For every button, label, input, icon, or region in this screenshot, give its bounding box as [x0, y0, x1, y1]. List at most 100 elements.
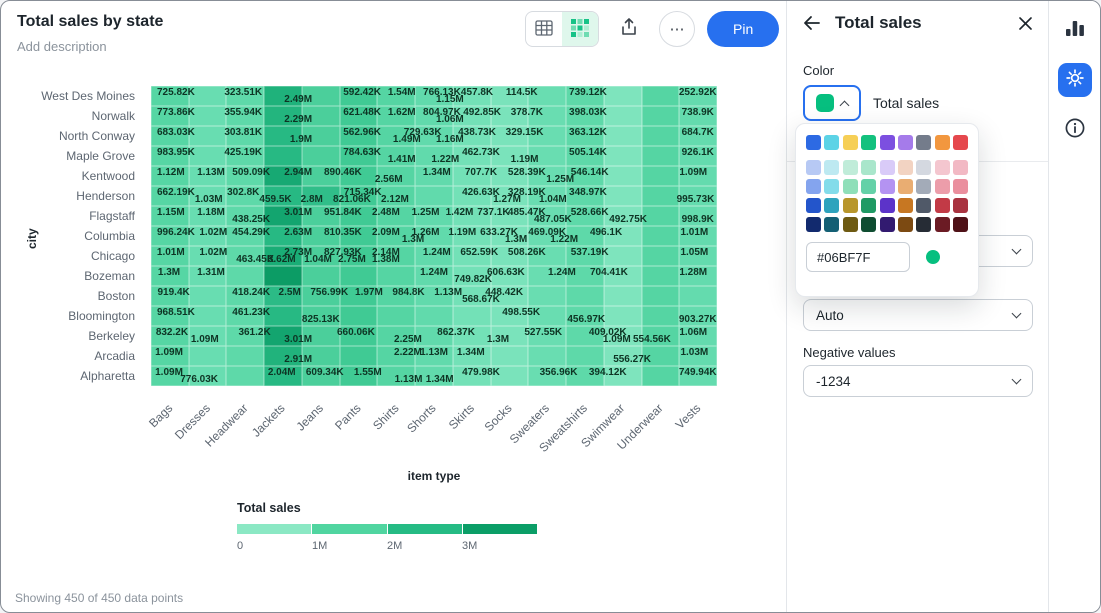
heatmap-cell[interactable] — [226, 366, 264, 386]
palette-swatch[interactable] — [806, 217, 821, 232]
palette-swatch[interactable] — [806, 198, 821, 213]
heatmap-cell[interactable] — [264, 266, 302, 286]
palette-swatch[interactable] — [935, 198, 950, 213]
heatmap-cell[interactable] — [642, 266, 680, 286]
palette-swatch[interactable] — [880, 217, 895, 232]
heatmap-cell[interactable] — [566, 286, 604, 306]
palette-swatch[interactable] — [935, 217, 950, 232]
heatmap-cell[interactable] — [302, 266, 340, 286]
palette-swatch[interactable] — [953, 198, 968, 213]
heatmap-cell[interactable] — [226, 346, 264, 366]
heatmap-cell[interactable] — [642, 186, 680, 206]
palette-swatch[interactable] — [953, 160, 968, 175]
palette-swatch[interactable] — [953, 217, 968, 232]
heatmap-cell[interactable] — [642, 126, 680, 146]
palette-swatch[interactable] — [843, 179, 858, 194]
palette-swatch[interactable] — [824, 179, 839, 194]
heatmap-cell[interactable] — [642, 366, 680, 386]
palette-swatch[interactable] — [861, 217, 876, 232]
heatmap-cell[interactable] — [642, 306, 680, 326]
pin-button[interactable]: Pin — [707, 11, 779, 47]
palette-swatch[interactable] — [916, 217, 931, 232]
heatmap-cell[interactable] — [264, 146, 302, 166]
palette-swatch[interactable] — [935, 179, 950, 194]
heatmap-cell[interactable] — [604, 126, 642, 146]
palette-swatch[interactable] — [843, 217, 858, 232]
color-swatch-button[interactable] — [803, 85, 861, 121]
heatmap-cell[interactable] — [604, 246, 642, 266]
more-button[interactable]: ⋯ — [659, 11, 695, 47]
palette-swatch[interactable] — [806, 135, 821, 150]
heatmap-cell[interactable] — [340, 266, 378, 286]
palette-swatch[interactable] — [880, 135, 895, 150]
palette-swatch[interactable] — [916, 160, 931, 175]
palette-swatch[interactable] — [824, 160, 839, 175]
heatmap-cell[interactable] — [604, 106, 642, 126]
heatmap-cell[interactable] — [528, 286, 566, 306]
heatmap-cell[interactable] — [340, 306, 378, 326]
table-view-button[interactable] — [526, 12, 562, 47]
info-button[interactable] — [1058, 113, 1092, 147]
heatmap-cell[interactable] — [642, 246, 680, 266]
palette-swatch[interactable] — [898, 160, 913, 175]
palette-swatch[interactable] — [843, 135, 858, 150]
palette-swatch[interactable] — [953, 135, 968, 150]
heatmap-cell[interactable] — [604, 286, 642, 306]
heatmap-cell[interactable] — [604, 186, 642, 206]
chart-config-button[interactable] — [1058, 13, 1092, 47]
heatmap-cell[interactable] — [415, 186, 453, 206]
palette-swatch[interactable] — [880, 179, 895, 194]
heatmap-cell[interactable] — [642, 86, 680, 106]
palette-swatch[interactable] — [824, 198, 839, 213]
heatmap-cell[interactable] — [604, 166, 642, 186]
heatmap-cell[interactable] — [340, 346, 378, 366]
heatmap-cell[interactable] — [528, 346, 566, 366]
heatmap-cell[interactable] — [377, 266, 415, 286]
palette-swatch[interactable] — [916, 135, 931, 150]
palette-swatch[interactable] — [880, 160, 895, 175]
palette-swatch[interactable] — [806, 179, 821, 194]
add-description[interactable]: Add description — [17, 39, 107, 54]
palette-swatch[interactable] — [880, 198, 895, 213]
heatmap-cell[interactable] — [302, 146, 340, 166]
palette-swatch[interactable] — [898, 135, 913, 150]
palette-swatch[interactable] — [843, 160, 858, 175]
hex-color-input[interactable]: #06BF7F — [806, 242, 910, 272]
close-button[interactable] — [1019, 17, 1032, 30]
heatmap-cell[interactable] — [189, 286, 227, 306]
palette-swatch[interactable] — [806, 160, 821, 175]
negative-values-dropdown[interactable]: -1234 — [803, 365, 1033, 397]
heatmap-cell[interactable] — [415, 306, 453, 326]
auto-dropdown[interactable]: Auto — [803, 299, 1033, 331]
heatmap-view-button[interactable] — [562, 12, 598, 47]
heatmap-cell[interactable] — [604, 146, 642, 166]
palette-swatch[interactable] — [953, 179, 968, 194]
palette-swatch[interactable] — [843, 198, 858, 213]
heatmap-cell[interactable] — [377, 306, 415, 326]
heatmap-cell[interactable] — [642, 286, 680, 306]
palette-swatch[interactable] — [916, 198, 931, 213]
palette-swatch[interactable] — [824, 135, 839, 150]
heatmap-cell[interactable] — [642, 166, 680, 186]
palette-swatch[interactable] — [898, 198, 913, 213]
share-button[interactable] — [611, 11, 647, 47]
heatmap-cell[interactable] — [566, 346, 604, 366]
heatmap-cell[interactable] — [642, 106, 680, 126]
heatmap-cell[interactable] — [604, 306, 642, 326]
palette-swatch[interactable] — [898, 179, 913, 194]
heatmap-cell[interactable] — [491, 346, 529, 366]
palette-swatch[interactable] — [861, 160, 876, 175]
palette-swatch[interactable] — [861, 135, 876, 150]
palette-swatch[interactable] — [824, 217, 839, 232]
palette-swatch[interactable] — [935, 135, 950, 150]
back-button[interactable] — [803, 15, 821, 31]
palette-swatch[interactable] — [935, 160, 950, 175]
palette-swatch[interactable] — [861, 198, 876, 213]
heatmap-cell[interactable] — [189, 346, 227, 366]
palette-swatch[interactable] — [916, 179, 931, 194]
heatmap-cell[interactable] — [226, 266, 264, 286]
heatmap-cell[interactable] — [453, 306, 491, 326]
palette-swatch[interactable] — [898, 217, 913, 232]
settings-button[interactable] — [1058, 63, 1092, 97]
heatmap-cell[interactable] — [642, 146, 680, 166]
